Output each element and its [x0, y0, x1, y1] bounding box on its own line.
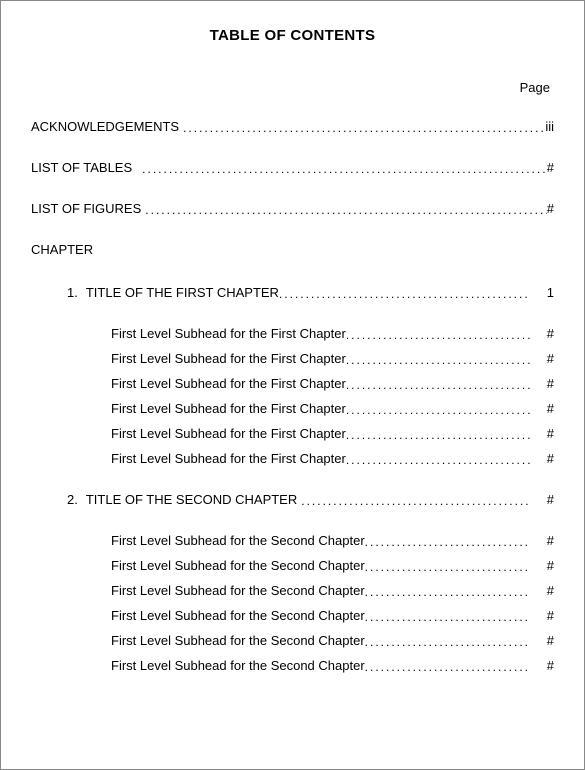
dot-leader: [346, 378, 530, 392]
subhead-label: First Level Subhead for the Second Chapt…: [111, 533, 365, 548]
subhead-entry: First Level Subhead for the First Chapte…: [111, 351, 554, 366]
subhead-entry: First Level Subhead for the Second Chapt…: [111, 658, 554, 673]
chapter-block: 1. TITLE OF THE FIRST CHAPTER 1 First Le…: [31, 285, 554, 466]
subhead-label: First Level Subhead for the First Chapte…: [111, 426, 346, 441]
chapter-entry: 1. TITLE OF THE FIRST CHAPTER 1: [67, 285, 554, 300]
subhead-page: #: [530, 533, 554, 548]
subhead-label: First Level Subhead for the Second Chapt…: [111, 583, 365, 598]
subhead-entry: First Level Subhead for the First Chapte…: [111, 451, 554, 466]
dot-leader: [365, 660, 530, 674]
subhead-label: First Level Subhead for the First Chapte…: [111, 451, 346, 466]
subhead-page: #: [530, 426, 554, 441]
dot-leader: [365, 560, 530, 574]
toc-entry-label: ACKNOWLEDGEMENTS: [31, 119, 179, 134]
chapter-number: 1.: [67, 285, 78, 300]
subhead-entry: First Level Subhead for the Second Chapt…: [111, 633, 554, 648]
subhead-label: First Level Subhead for the First Chapte…: [111, 326, 346, 341]
dot-leader: [365, 535, 530, 549]
toc-entry-page: #: [547, 160, 554, 175]
chapter-title: TITLE OF THE SECOND CHAPTER: [86, 492, 297, 507]
subhead-label: First Level Subhead for the First Chapte…: [111, 376, 346, 391]
subhead-label: First Level Subhead for the Second Chapt…: [111, 658, 365, 673]
subhead-page: #: [530, 608, 554, 623]
chapter-entry: 2. TITLE OF THE SECOND CHAPTER #: [67, 492, 554, 507]
dot-leader: [183, 121, 545, 135]
subhead-entry: First Level Subhead for the Second Chapt…: [111, 608, 554, 623]
dot-leader: [346, 353, 530, 367]
subhead-label: First Level Subhead for the Second Chapt…: [111, 633, 365, 648]
dot-leader: [346, 403, 530, 417]
dot-leader: [142, 162, 547, 176]
toc-entry-label: LIST OF TABLES: [31, 160, 132, 175]
subhead-entry: First Level Subhead for the First Chapte…: [111, 326, 554, 341]
chapter-block: 2. TITLE OF THE SECOND CHAPTER # First L…: [31, 492, 554, 673]
dot-leader: [365, 585, 530, 599]
subhead-page: #: [530, 658, 554, 673]
subhead-label: First Level Subhead for the Second Chapt…: [111, 558, 365, 573]
toc-entry: LIST OF FIGURES #: [31, 201, 554, 216]
page-column-label: Page: [31, 80, 554, 95]
subhead-label: First Level Subhead for the First Chapte…: [111, 351, 346, 366]
dot-leader: [365, 610, 530, 624]
subhead-entry: First Level Subhead for the Second Chapt…: [111, 533, 554, 548]
subhead-group: First Level Subhead for the First Chapte…: [31, 326, 554, 466]
toc-entry-page: #: [547, 201, 554, 216]
subhead-entry: First Level Subhead for the Second Chapt…: [111, 558, 554, 573]
chapter-number: 2.: [67, 492, 78, 507]
chapter-heading: CHAPTER: [31, 242, 554, 257]
toc-title: TABLE OF CONTENTS: [31, 27, 554, 44]
subhead-entry: First Level Subhead for the Second Chapt…: [111, 583, 554, 598]
subhead-group: First Level Subhead for the Second Chapt…: [31, 533, 554, 673]
subhead-page: #: [530, 376, 554, 391]
dot-leader: [279, 287, 530, 301]
subhead-page: #: [530, 451, 554, 466]
subhead-entry: First Level Subhead for the First Chapte…: [111, 426, 554, 441]
subhead-page: #: [530, 583, 554, 598]
subhead-entry: First Level Subhead for the First Chapte…: [111, 376, 554, 391]
dot-leader: [145, 203, 546, 217]
toc-entry: ACKNOWLEDGEMENTS iii: [31, 119, 554, 134]
dot-leader: [365, 635, 530, 649]
chapter-page: #: [530, 492, 554, 507]
toc-entry-label: LIST OF FIGURES: [31, 201, 141, 216]
subhead-label: First Level Subhead for the Second Chapt…: [111, 608, 365, 623]
subhead-page: #: [530, 326, 554, 341]
dot-leader: [301, 494, 530, 508]
subhead-page: #: [530, 633, 554, 648]
subhead-page: #: [530, 558, 554, 573]
chapter-title: TITLE OF THE FIRST CHAPTER: [86, 285, 279, 300]
document-page: TABLE OF CONTENTS Page ACKNOWLEDGEMENTS …: [0, 0, 585, 770]
subhead-entry: First Level Subhead for the First Chapte…: [111, 401, 554, 416]
subhead-label: First Level Subhead for the First Chapte…: [111, 401, 346, 416]
dot-leader: [346, 453, 530, 467]
dot-leader: [346, 428, 530, 442]
dot-leader: [346, 328, 530, 342]
subhead-page: #: [530, 401, 554, 416]
toc-entry: LIST OF TABLES #: [31, 160, 554, 175]
frontmatter-section: ACKNOWLEDGEMENTS iii LIST OF TABLES # LI…: [31, 119, 554, 216]
toc-entry-page: iii: [545, 119, 554, 134]
chapter-page: 1: [530, 285, 554, 300]
subhead-page: #: [530, 351, 554, 366]
